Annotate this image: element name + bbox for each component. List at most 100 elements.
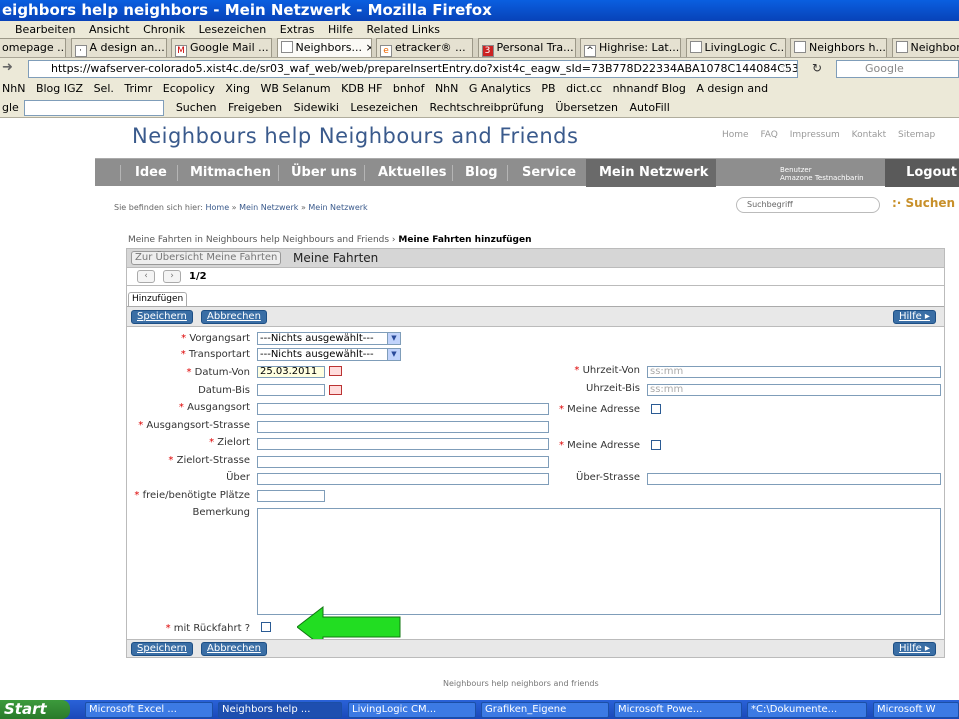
help-button[interactable]: Hilfe ▸	[893, 310, 936, 324]
nav-blog[interactable]: Blog	[465, 159, 498, 187]
menu-chronik[interactable]: Chronik	[143, 21, 185, 38]
site-search-input[interactable]: Suchbegriff	[736, 197, 880, 213]
browser-tab[interactable]: ^ Highrise: Lat...	[580, 38, 681, 57]
reload-icon[interactable]: ↻	[812, 61, 822, 75]
taskbar-item[interactable]: *C:\Dokumente...	[747, 702, 867, 718]
meine-adresse-checkbox[interactable]	[651, 404, 661, 414]
bookmark[interactable]: WB Selanum	[260, 82, 330, 95]
next-page-button[interactable]: ›	[163, 270, 181, 283]
browser-tab[interactable]: M Google Mail ...	[171, 38, 272, 57]
menu-lesezeichen[interactable]: Lesezeichen	[199, 21, 267, 38]
taskbar-item[interactable]: Grafiken_Eigene	[481, 702, 609, 718]
cancel-button[interactable]: Abbrechen	[201, 310, 267, 324]
bookmark[interactable]: Ecopolicy	[163, 82, 215, 95]
link-kontakt[interactable]: Kontakt	[852, 130, 886, 140]
gbar-item[interactable]: AutoFill	[630, 101, 670, 114]
start-button[interactable]: Start	[0, 700, 70, 719]
taskbar-item-active[interactable]: Neighbors help ...	[218, 702, 342, 718]
gbar-item[interactable]: Lesezeichen	[350, 101, 418, 114]
calendar-icon[interactable]	[329, 385, 342, 395]
bookmark[interactable]: bnhof	[393, 82, 425, 95]
taskbar-item[interactable]: LivingLogic CM...	[348, 702, 476, 718]
menu-extras[interactable]: Extras	[280, 21, 315, 38]
star-icon[interactable]: ☆	[780, 61, 791, 75]
gbar-item[interactable]: Suchen	[176, 101, 217, 114]
zielort-strasse-input[interactable]	[257, 456, 549, 468]
logout-button[interactable]: Logout	[885, 159, 959, 187]
bookmark[interactable]: Trimr	[124, 82, 152, 95]
menu-hilfe[interactable]: Hilfe	[328, 21, 353, 38]
bookmark[interactable]: G Analytics	[469, 82, 531, 95]
plaetze-input[interactable]	[257, 490, 325, 502]
cancel-button[interactable]: Abbrechen	[201, 642, 267, 656]
google-search-input[interactable]	[24, 100, 165, 116]
menu-ansicht[interactable]: Ansicht	[89, 21, 130, 38]
uhrzeit-von-input[interactable]: ss:mm	[647, 366, 941, 378]
browser-tab[interactable]: 3 Personal Tra...	[477, 38, 576, 57]
help-button[interactable]: Hilfe ▸	[893, 642, 936, 656]
gbar-item[interactable]: Sidewiki	[294, 101, 339, 114]
browser-tab[interactable]: Neighbors h...	[891, 38, 959, 57]
menu-related-links[interactable]: Related Links	[367, 21, 441, 38]
link-faq[interactable]: FAQ	[760, 130, 777, 140]
browser-tab-active[interactable]: Neighbors... ×	[276, 38, 372, 57]
bemerkung-textarea[interactable]	[257, 508, 941, 615]
gbar-item[interactable]: Rechtschreibprüfung	[429, 101, 543, 114]
rueckfahrt-checkbox[interactable]	[261, 622, 271, 632]
nav-idee[interactable]: Idee	[135, 159, 167, 187]
link-sitemap[interactable]: Sitemap	[898, 130, 935, 140]
bookmark[interactable]: Blog IGZ	[36, 82, 83, 95]
browser-tab[interactable]: LivingLogic C...	[685, 38, 786, 57]
calendar-icon[interactable]	[329, 366, 342, 376]
transportart-select[interactable]: ---Nichts ausgewählt--- ▼	[257, 348, 401, 361]
datum-bis-input[interactable]	[257, 384, 325, 396]
meine-adresse-checkbox[interactable]	[651, 440, 661, 450]
ueber-strasse-input[interactable]	[647, 473, 941, 485]
nav-service[interactable]: Service	[522, 159, 576, 187]
menu-bearbeiten[interactable]: Bearbeiten	[15, 21, 75, 38]
breadcrumb-link[interactable]: Home	[206, 203, 230, 212]
bookmark[interactable]: nhnandf Blog	[613, 82, 686, 95]
back-to-overview-button[interactable]: Zur Übersicht Meine Fahrten	[131, 251, 282, 265]
browser-tab[interactable]: e etracker® ...	[376, 38, 473, 57]
datum-von-input[interactable]: 25.03.2011	[257, 366, 325, 378]
bookmark[interactable]: NhN	[2, 82, 25, 95]
bookmark[interactable]: Sel.	[94, 82, 114, 95]
taskbar-item[interactable]: Microsoft Powe...	[614, 702, 742, 718]
prev-page-button[interactable]: ‹	[137, 270, 155, 283]
gbar-item[interactable]: Übersetzen	[555, 101, 618, 114]
vorgangsart-select[interactable]: ---Nichts ausgewählt--- ▼	[257, 332, 401, 345]
bookmark[interactable]: KDB HF	[341, 82, 382, 95]
breadcrumb-link[interactable]: Mein Netzwerk	[308, 203, 367, 212]
uhrzeit-bis-input[interactable]: ss:mm	[647, 384, 941, 396]
bookmark[interactable]: dict.cc	[566, 82, 602, 95]
link-impressum[interactable]: Impressum	[790, 130, 840, 140]
taskbar-item[interactable]: Microsoft W	[873, 702, 959, 718]
browser-tab[interactable]: · A design an...	[70, 38, 167, 57]
taskbar-item[interactable]: Microsoft Excel ...	[85, 702, 213, 718]
forward-icon[interactable]: ➜	[2, 60, 13, 75]
nav-ueber-uns[interactable]: Über uns	[291, 159, 357, 187]
tab-hinzufuegen[interactable]: Hinzufügen	[128, 292, 188, 306]
gbar-item[interactable]: Freigeben	[228, 101, 282, 114]
browser-tab[interactable]: omepage ...	[0, 38, 66, 57]
link-home[interactable]: Home	[722, 130, 749, 140]
bookmark[interactable]: Xing	[225, 82, 250, 95]
ausgangsort-input[interactable]	[257, 403, 549, 415]
search-engine-input[interactable]: Google	[836, 60, 959, 78]
nav-mitmachen[interactable]: Mitmachen	[190, 159, 271, 187]
nav-aktuelles[interactable]: Aktuelles	[378, 159, 446, 187]
save-button[interactable]: Speichern	[131, 310, 193, 324]
ueber-input[interactable]	[257, 473, 549, 485]
breadcrumb-link[interactable]: Mein Netzwerk	[239, 203, 298, 212]
bookmark[interactable]: A design and	[696, 82, 768, 95]
nav-mein-netzwerk[interactable]: Mein Netzwerk	[586, 159, 716, 187]
bookmark[interactable]: NhN	[435, 82, 458, 95]
zielort-input[interactable]	[257, 438, 549, 450]
browser-tab[interactable]: Neighbors h...	[790, 38, 887, 57]
url-input[interactable]: https://wafserver-colorado5.xist4c.de/sr…	[28, 60, 798, 78]
save-button[interactable]: Speichern	[131, 642, 193, 656]
ausgangsort-strasse-input[interactable]	[257, 421, 549, 433]
bookmark[interactable]: PB	[541, 82, 555, 95]
site-search-button[interactable]: :· Suchen	[892, 196, 955, 210]
